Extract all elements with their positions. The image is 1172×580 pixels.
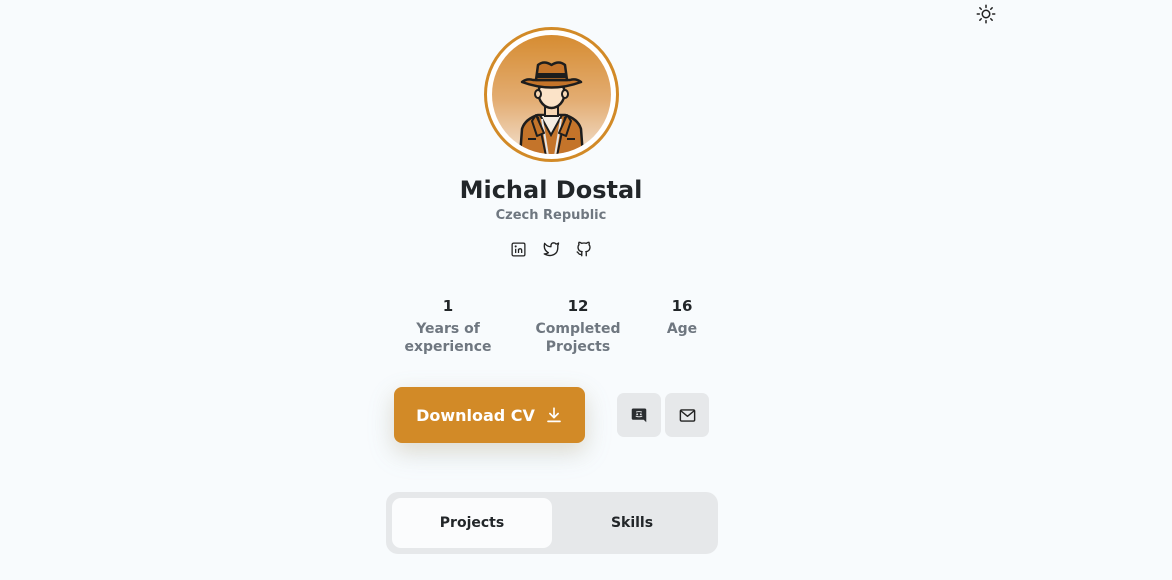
linkedin-icon [510,241,526,257]
stat-experience: 1 Years of experience [398,296,498,356]
discord-button[interactable] [617,393,661,437]
stat-projects: 12 Completed Projects [527,296,629,356]
github-link[interactable] [574,239,594,259]
download-cv-label: Download CV [416,405,535,425]
twitter-link[interactable] [541,239,561,259]
avatar-image [492,35,611,154]
stat-label: Years of experience [404,321,492,355]
profile-country: Czech Republic [495,208,607,223]
download-icon [547,407,561,423]
stat-value: 1 [442,297,454,315]
linkedin-link[interactable] [508,239,528,259]
github-icon [576,241,591,257]
mail-button[interactable] [665,393,709,437]
section-tabs: Projects Skills [386,492,718,554]
tab-skills[interactable]: Skills [552,498,712,548]
stat-label: Completed Projects [535,321,621,355]
profile-name: Michal Dostal [459,176,643,204]
stat-value: 12 [567,297,589,315]
stat-label: Age [666,321,698,337]
sun-icon [976,4,996,24]
stat-age: 16 Age [656,296,708,338]
discord-icon [631,408,647,423]
twitter-icon [543,242,560,257]
social-links [508,239,594,259]
avatar [484,27,619,162]
mail-icon [679,408,695,422]
cowboy-avatar-icon [518,61,585,154]
stat-value: 16 [671,297,693,315]
download-cv-button[interactable]: Download CV [394,387,585,443]
tab-projects[interactable]: Projects [392,498,552,548]
theme-toggle-button[interactable] [974,2,998,26]
